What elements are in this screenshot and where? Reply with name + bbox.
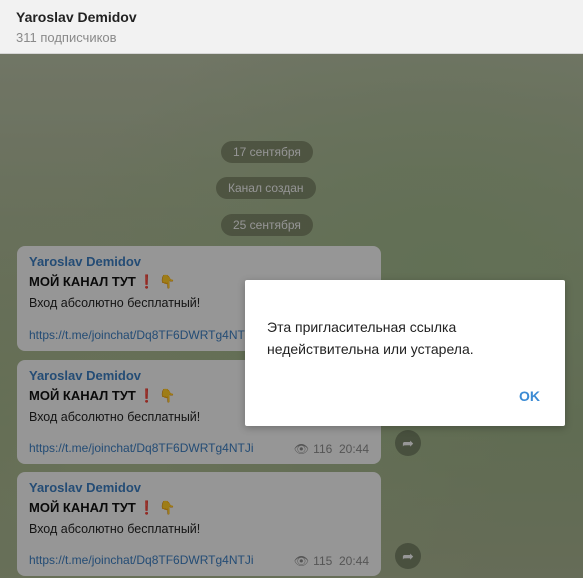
- subscriber-count: 311 подписчиков: [16, 30, 117, 45]
- invalid-link-dialog: Эта пригласительная ссылка недействитель…: [245, 280, 565, 426]
- channel-title: Yaroslav Demidov: [16, 9, 137, 25]
- ok-button[interactable]: OK: [519, 388, 540, 404]
- dialog-message: Эта пригласительная ссылка недействитель…: [267, 319, 474, 357]
- chat-header[interactable]: Yaroslav Demidov 311 подписчиков: [0, 0, 583, 54]
